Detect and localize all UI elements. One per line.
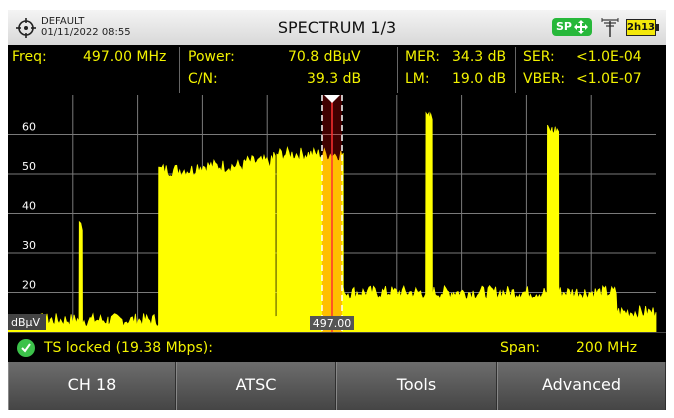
cn-label: C/N: — [188, 71, 218, 87]
vber-label: VBER: — [523, 71, 566, 87]
separator — [515, 47, 516, 93]
span-value[interactable]: 200 MHz — [576, 340, 637, 356]
y-tick-label: 50 — [22, 160, 36, 173]
y-tick-label: 40 — [22, 200, 36, 213]
y-unit-label: dBµV — [11, 316, 41, 329]
title-bar: DEFAULT 01/11/2022 08:55 SPECTRUM 1/3 SP… — [8, 10, 666, 46]
spectrum-chart[interactable]: 60 50 40 30 20 497.00 dBµV — [8, 95, 666, 333]
separator — [397, 47, 398, 93]
sp-badge-label: SP — [556, 20, 572, 33]
power-label: Power: — [188, 49, 235, 65]
analyzer-screen: DEFAULT 01/11/2022 08:55 SPECTRUM 1/3 SP… — [8, 10, 666, 410]
antenna-icon — [601, 18, 619, 37]
softkey-standard[interactable]: ATSC — [176, 362, 336, 410]
lm-label: LM: — [405, 71, 430, 87]
status-bar: TS locked (19.38 Mbps): Span: 200 MHz — [8, 332, 666, 363]
mer-label: MER: — [405, 49, 440, 65]
y-tick-label: 30 — [22, 239, 36, 252]
softkey-bar: CH 18 ATSC Tools Advanced — [8, 362, 666, 410]
softkey-tools[interactable]: Tools — [336, 362, 497, 410]
vber-value: <1.0E-07 — [576, 71, 642, 87]
ser-label: SER: — [523, 49, 555, 65]
lm-value: 19.0 dB — [452, 71, 507, 87]
sp-badge[interactable]: SP — [552, 18, 592, 36]
spectrum-plot[interactable]: 60 50 40 30 20 497.00 dBµV — [8, 95, 666, 333]
power-value: 70.8 dBµV — [288, 49, 361, 65]
ts-lock-status: TS locked (19.38 Mbps): — [44, 340, 213, 356]
measurement-panel: Freq: 497.00 MHz Power: 70.8 dBµV C/N: 3… — [8, 45, 666, 95]
freq-value[interactable]: 497.00 MHz — [83, 49, 166, 65]
cn-value: 39.3 dB — [307, 71, 362, 87]
move-arrows-icon — [574, 20, 588, 34]
check-icon — [17, 339, 35, 357]
freq-label: Freq: — [12, 49, 47, 65]
ser-value: <1.0E-04 — [576, 49, 642, 65]
y-tick-label: 60 — [22, 121, 36, 134]
marker-frequency-label: 497.00 — [313, 317, 352, 330]
softkey-channel[interactable]: CH 18 — [8, 362, 176, 410]
battery-indicator: 2h13 — [626, 19, 659, 36]
softkey-advanced[interactable]: Advanced — [497, 362, 666, 410]
y-tick-label: 20 — [22, 279, 36, 292]
span-label: Span: — [500, 340, 540, 356]
mer-value: 34.3 dB — [452, 49, 507, 65]
separator — [179, 47, 180, 93]
